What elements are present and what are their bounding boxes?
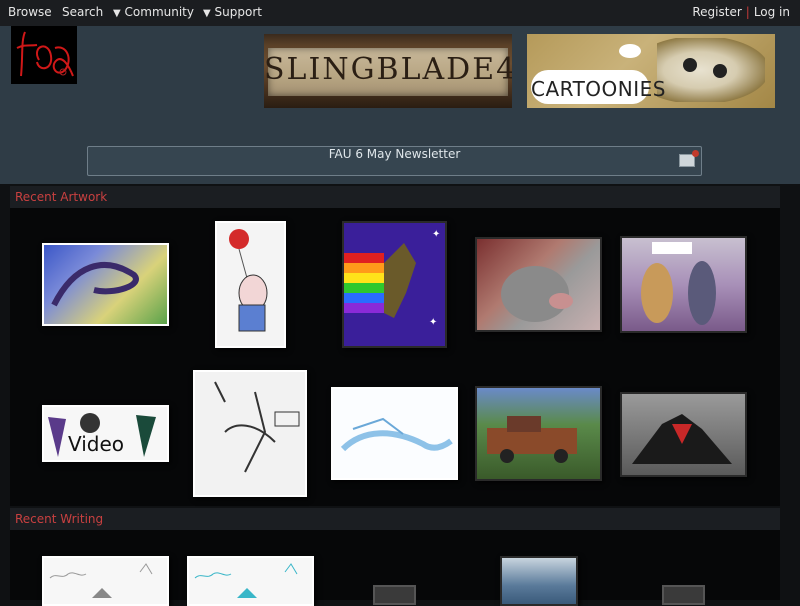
nav-browse-link[interactable]: Browse <box>8 5 52 19</box>
newsletter-bar[interactable]: FAU 6 May Newsletter <box>87 146 702 176</box>
artwork-bunny-balloon-image <box>229 229 268 332</box>
writing-thumbnail[interactable] <box>500 556 578 606</box>
nav-community-menu[interactable]: ▼ Community <box>113 5 194 19</box>
login-link[interactable]: Log in <box>754 5 790 19</box>
nav-support-menu[interactable]: ▼ Support <box>203 5 262 19</box>
artwork-dragon-image <box>51 262 139 307</box>
artwork-thumbnail[interactable] <box>620 392 747 477</box>
dropdown-triangle-icon: ▼ <box>203 8 211 19</box>
auth-links: Register | Log in <box>692 5 790 19</box>
thought-bubble-dot <box>619 44 641 58</box>
slingblade-banner[interactable]: SLINGBLADE47 <box>264 34 512 108</box>
artwork-lineart-image <box>214 381 300 473</box>
banner-creature-art <box>657 38 765 102</box>
artwork-rainbow-image: ✦ ✦ <box>344 229 440 328</box>
artwork-thumbnail[interactable] <box>331 387 458 480</box>
recent-artwork-title: Recent Artwork <box>15 190 108 204</box>
site-header: SLINGBLADE47 CARTOONIES FAU 6 May Newsle… <box>0 26 800 184</box>
nav-search-link[interactable]: Search <box>62 5 103 19</box>
writing-sketch-image <box>49 563 153 598</box>
writing-thumbnail[interactable] <box>42 556 169 606</box>
artwork-dark-creature-image <box>632 414 732 464</box>
svg-text:✦: ✦ <box>429 317 437 328</box>
creature-eye <box>683 58 697 72</box>
fa-logo-icon <box>16 31 74 77</box>
cartoonies-banner[interactable]: CARTOONIES <box>527 34 775 108</box>
nav-community-label: Community <box>124 5 194 19</box>
writing-placeholder-thumbnail[interactable] <box>373 585 416 605</box>
newsletter-title: FAU 6 May Newsletter <box>328 147 461 161</box>
nav-support-label: Support <box>214 5 262 19</box>
recent-writing-header: Recent Writing <box>10 508 780 530</box>
dropdown-triangle-icon: ▼ <box>113 8 121 19</box>
artwork-truck-image <box>487 416 577 463</box>
top-navbar: Browse Search ▼ Community ▼ Support Regi… <box>0 0 800 26</box>
artwork-thumbnail[interactable] <box>475 386 602 481</box>
artwork-thumbnail[interactable]: ✦ ✦ <box>342 221 447 348</box>
artwork-comic-image <box>641 242 716 325</box>
register-link[interactable]: Register <box>692 5 741 19</box>
recent-writing-title: Recent Writing <box>15 512 104 526</box>
artwork-thumbnail[interactable] <box>475 237 602 332</box>
artwork-watercolor-image <box>340 417 453 452</box>
artwork-thumbnail[interactable] <box>42 243 169 326</box>
artwork-fursuit-head-image <box>501 266 573 322</box>
artwork-thumbnail[interactable]: Video <box>42 405 169 462</box>
creature-eye <box>713 64 727 78</box>
nav-separator: | <box>745 5 750 19</box>
svg-text:Video: Video <box>68 432 124 456</box>
writing-placeholder-thumbnail[interactable] <box>662 585 705 605</box>
artwork-video-image: Video <box>48 413 156 457</box>
banner2-text: CARTOONIES <box>531 77 666 101</box>
artwork-thumbnail[interactable] <box>215 221 286 348</box>
artwork-thumbnail[interactable] <box>620 236 747 333</box>
recent-artwork-header: Recent Artwork <box>10 186 780 208</box>
site-logo[interactable] <box>11 26 77 84</box>
newsletter-mail-icon[interactable] <box>679 150 699 167</box>
artwork-thumbnail[interactable] <box>193 370 307 497</box>
writing-thumbnail[interactable] <box>187 556 314 606</box>
svg-text:✦: ✦ <box>432 229 440 240</box>
writing-cyan-sketch-image <box>194 563 298 598</box>
banner1-text: SLINGBLADE47 <box>264 52 512 87</box>
